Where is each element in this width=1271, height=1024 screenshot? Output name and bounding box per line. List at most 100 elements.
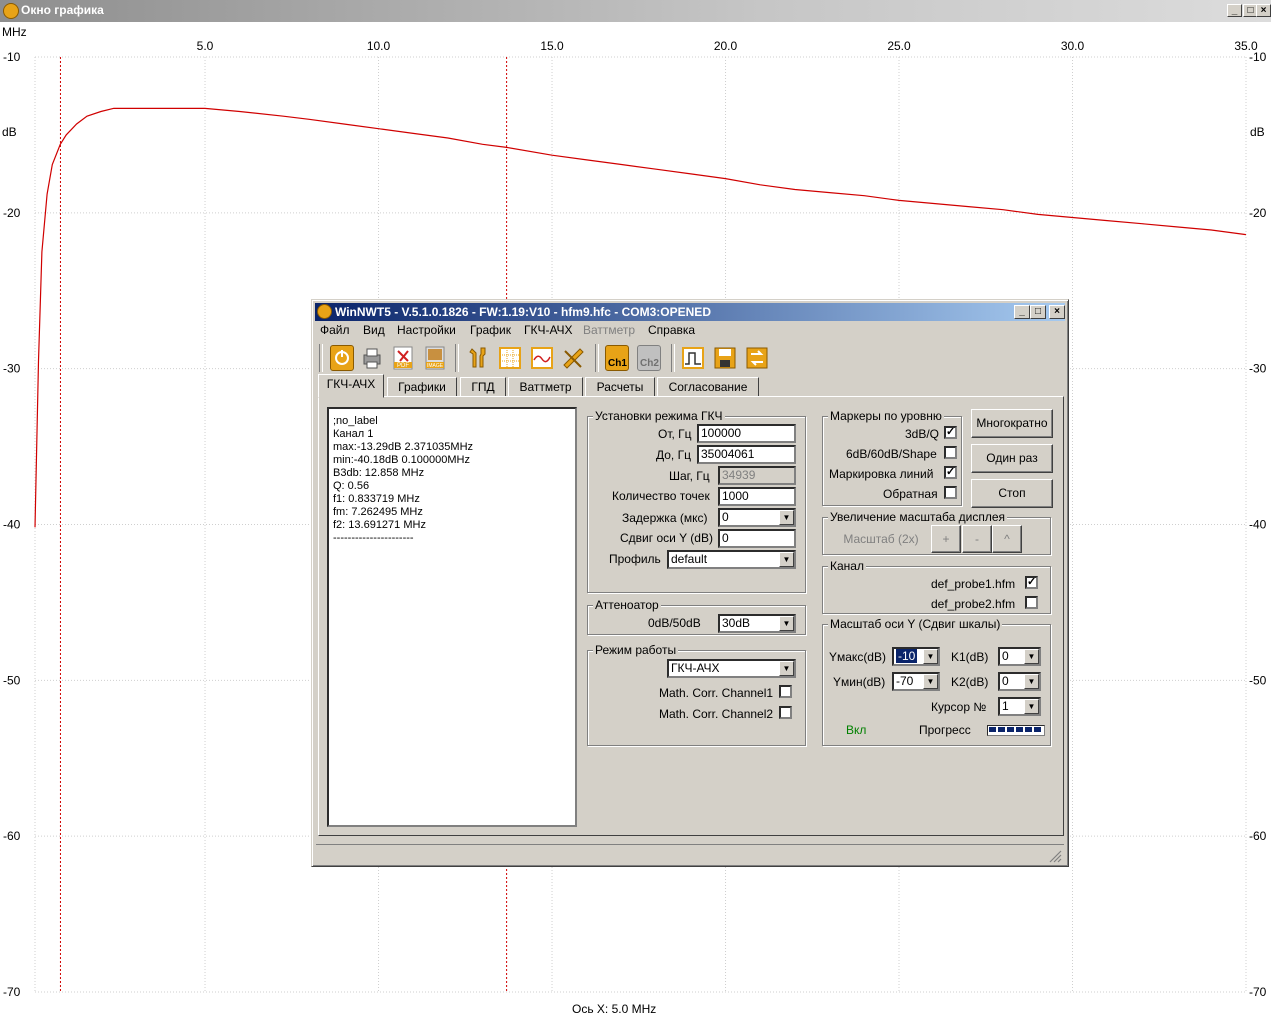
image-export-icon[interactable]: IMAGE — [423, 345, 447, 371]
y-unit-label-left: dB — [2, 125, 17, 139]
dialog-title: WinNWT5 - V.5.1.0.1826 - FW:1.19:V10 - h… — [335, 305, 711, 319]
m3db-checkbox[interactable]: ✓ — [944, 426, 957, 439]
zoom-minus-button[interactable]: - — [962, 525, 992, 553]
stop-button[interactable]: Стоп — [971, 479, 1053, 508]
profile-label: Профиль — [609, 552, 661, 566]
open-file-icon[interactable] — [681, 345, 705, 371]
grid-chart-icon[interactable] — [498, 345, 522, 371]
chevron-down-icon[interactable]: ▼ — [923, 674, 938, 689]
db-chart-icon[interactable] — [530, 345, 554, 371]
ymax-label: Yмакс(dB) — [829, 650, 886, 664]
menu-file[interactable]: Файл — [320, 323, 350, 337]
from-field[interactable]: 100000 — [697, 424, 796, 443]
delay-select[interactable]: 0 ▼ — [718, 508, 796, 527]
x-axis-footer: Ось X: 5.0 MHz — [572, 1002, 657, 1016]
memo-line: max:-13.29dB 2.371035MHz — [333, 441, 474, 453]
dialog-maximize-button[interactable]: □ — [1030, 305, 1046, 319]
memo-line: ;no_label — [333, 415, 378, 427]
tab-wattmeter[interactable]: Ваттметр — [508, 377, 583, 397]
cursor-label: Курсор № — [931, 700, 987, 714]
menu-graph[interactable]: График — [470, 323, 511, 337]
m6db-checkbox[interactable] — [944, 446, 957, 459]
menu-help[interactable]: Справка — [648, 323, 695, 337]
chevron-down-icon[interactable]: ▼ — [779, 661, 794, 676]
tab-matching[interactable]: Согласование — [657, 377, 759, 397]
y-tick-label-right: -70 — [1249, 985, 1267, 999]
results-memo[interactable]: ;no_label Канал 1 max:-13.29dB 2.371035M… — [327, 407, 577, 827]
memo-line: Q: 0.56 — [333, 480, 370, 492]
zoom-plus-button[interactable]: + — [931, 525, 961, 553]
zoom-up-button[interactable]: ^ — [992, 525, 1022, 553]
ymax-select[interactable]: -10 ▼ — [892, 647, 940, 666]
single-sweep-button[interactable]: Один раз — [971, 444, 1053, 473]
channel2-icon[interactable]: Ch2 — [637, 345, 661, 371]
chevron-down-icon[interactable]: ▼ — [1024, 699, 1039, 714]
k1-select[interactable]: 0 ▼ — [998, 647, 1041, 666]
x-unit-label: MHz — [2, 25, 27, 39]
resize-grip-icon[interactable] — [1048, 849, 1062, 863]
from-label: От, Гц — [658, 427, 692, 441]
window-titlebar: Окно графика _ □ × — [0, 0, 1271, 22]
y-tick-label-right: -40 — [1249, 518, 1267, 532]
y-tick-label-left: -70 — [3, 985, 21, 999]
channel1-icon[interactable]: Ch1 — [605, 345, 629, 371]
line-marking-label: Маркировка линий — [829, 467, 934, 481]
ymin-select[interactable]: -70 ▼ — [892, 672, 940, 691]
chevron-down-icon[interactable]: ▼ — [779, 510, 794, 525]
menu-wattmeter[interactable]: Ваттметр — [583, 323, 635, 337]
memo-line: min:-40.18dB 0.100000MHz — [333, 454, 470, 466]
power-icon[interactable] — [330, 345, 354, 371]
y-tick-label-right: -10 — [1249, 50, 1267, 64]
chevron-down-icon[interactable]: ▼ — [779, 616, 794, 631]
ymin-value: -70 — [896, 674, 914, 688]
mode-select[interactable]: ГКЧ-АЧХ ▼ — [667, 659, 796, 678]
exchange-icon[interactable] — [745, 345, 769, 371]
probe1-checkbox[interactable]: ✓ — [1025, 576, 1038, 589]
tab-graphs[interactable]: Графики — [387, 377, 457, 397]
corr1-checkbox[interactable] — [779, 685, 792, 698]
tab-vfo[interactable]: ГПД — [460, 377, 506, 397]
chevron-down-icon[interactable]: ▼ — [1024, 674, 1039, 689]
y-tick-label-left: -60 — [3, 829, 21, 843]
chevron-down-icon[interactable]: ▼ — [779, 552, 794, 567]
multi-sweep-button[interactable]: Многократно — [971, 409, 1053, 438]
chevron-down-icon[interactable]: ▼ — [923, 649, 938, 664]
close-button[interactable]: × — [1256, 4, 1271, 17]
line-marking-checkbox[interactable]: ✓ — [944, 466, 957, 479]
pdf-export-icon[interactable]: PDF — [391, 345, 415, 371]
x-tick-label: 10.0 — [367, 39, 391, 53]
reverse-checkbox[interactable] — [944, 486, 957, 499]
k2-select[interactable]: 0 ▼ — [998, 672, 1041, 691]
profile-select[interactable]: default ▼ — [667, 550, 796, 569]
y-tick-label-right: -50 — [1249, 673, 1267, 687]
to-field[interactable]: 35004061 — [697, 445, 796, 464]
cursor-select[interactable]: 1 ▼ — [998, 697, 1041, 716]
corr2-label: Math. Corr. Channel2 — [659, 707, 774, 721]
tab-calculations[interactable]: Расчеты — [585, 377, 655, 397]
save-icon[interactable] — [713, 345, 737, 371]
dialog-minimize-button[interactable]: _ — [1014, 305, 1030, 319]
menu-view[interactable]: Вид — [363, 323, 385, 337]
chevron-down-icon[interactable]: ▼ — [1024, 649, 1039, 664]
y-unit-label-right: dB — [1250, 125, 1265, 139]
display-zoom-title: Увеличение масштаба дисплея — [828, 510, 1008, 524]
attenuator-title: Аттеноатор — [593, 598, 661, 612]
k1-label: K1(dB) — [951, 650, 989, 664]
tab-sweep[interactable]: ГКЧ-АЧХ — [318, 374, 384, 398]
dialog-close-button[interactable]: × — [1049, 305, 1065, 319]
tools-icon[interactable] — [466, 345, 490, 371]
menu-settings[interactable]: Настройки — [397, 323, 456, 337]
printer-icon[interactable] — [360, 345, 384, 371]
mode-value: ГКЧ-АЧХ — [671, 661, 720, 675]
points-field[interactable]: 1000 — [718, 487, 796, 506]
zoom-scale-button[interactable]: Масштаб (2x) — [832, 525, 930, 553]
minimize-button[interactable]: _ — [1227, 4, 1242, 17]
probe2-checkbox[interactable] — [1025, 596, 1038, 609]
probe2-label: def_probe2.hfm — [931, 597, 1016, 611]
attenuator-select[interactable]: 30dB ▼ — [718, 614, 796, 633]
calibrate-icon[interactable] — [561, 345, 585, 371]
delay-value: 0 — [722, 510, 729, 524]
corr2-checkbox[interactable] — [779, 706, 792, 719]
menu-sweep[interactable]: ГКЧ-АЧХ — [524, 323, 573, 337]
yshift-field[interactable]: 0 — [718, 529, 796, 548]
